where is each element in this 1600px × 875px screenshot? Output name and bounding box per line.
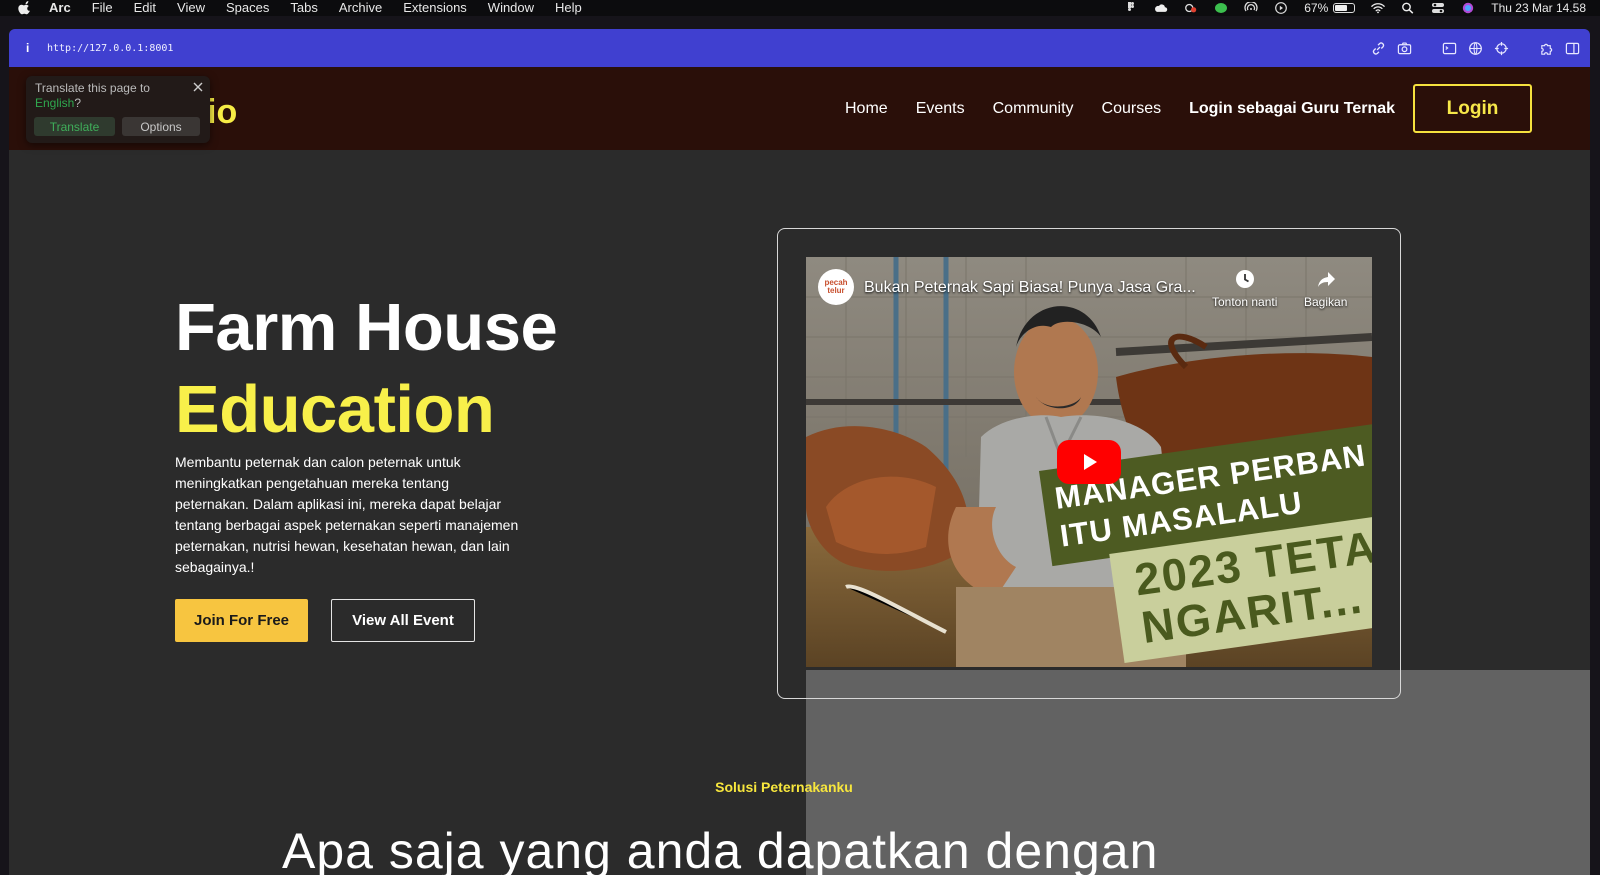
nav-community[interactable]: Community <box>993 100 1074 118</box>
hero-description: Membantu peternak dan calon peternak unt… <box>175 454 519 575</box>
menu-help[interactable]: Help <box>555 0 582 16</box>
menubar-clock[interactable]: Thu 23 Mar 14.58 <box>1491 1 1586 15</box>
hero-title: Farm House Education <box>175 287 558 451</box>
menu-view[interactable]: View <box>177 0 205 16</box>
battery-icon <box>1333 3 1356 13</box>
search-icon[interactable] <box>1401 2 1415 14</box>
watch-later-button[interactable]: Tonton nanti <box>1212 269 1277 309</box>
hero-title-line1: Farm House <box>175 290 558 365</box>
translate-prompt: Translate this page to <box>35 81 150 95</box>
target-icon[interactable] <box>1494 41 1509 56</box>
apple-icon[interactable] <box>18 1 32 15</box>
translate-popup: Translate this page to English? Translat… <box>26 76 210 143</box>
video-title[interactable]: Bukan Peternak Sapi Biasa! Punya Jasa Gr… <box>864 279 1196 297</box>
creative-cloud-icon[interactable] <box>1184 2 1198 14</box>
share-button[interactable]: Bagikan <box>1304 269 1347 309</box>
camera-icon[interactable] <box>1397 41 1412 56</box>
translate-button[interactable]: Translate <box>34 117 115 136</box>
translate-message: Translate this page to English? <box>35 81 185 111</box>
menu-extensions[interactable]: Extensions <box>403 0 467 16</box>
play-icon[interactable] <box>1274 2 1288 14</box>
link-icon[interactable] <box>1371 41 1386 56</box>
menu-archive[interactable]: Archive <box>339 0 382 16</box>
site-navbar: io Home Events Community Courses Login s… <box>9 67 1590 150</box>
menu-file[interactable]: File <box>92 0 113 16</box>
nav-home[interactable]: Home <box>845 100 888 118</box>
share-label: Bagikan <box>1304 295 1348 309</box>
share-icon <box>1317 272 1335 287</box>
join-for-free-button[interactable]: Join For Free <box>175 599 308 642</box>
hero-title-line2: Education <box>175 372 495 447</box>
nav-courses[interactable]: Courses <box>1102 100 1162 118</box>
menu-app-name[interactable]: Arc <box>49 0 71 16</box>
battery-percent: 67% <box>1304 1 1329 15</box>
play-icon <box>1084 454 1097 470</box>
nav-events[interactable]: Events <box>916 100 965 118</box>
airdrop-icon[interactable] <box>1244 2 1258 14</box>
site-info-icon[interactable]: i <box>26 41 36 55</box>
translate-options-button[interactable]: Options <box>122 117 200 136</box>
site-logo[interactable]: io <box>207 93 237 132</box>
login-button[interactable]: Login <box>1413 84 1532 133</box>
window-icon[interactable] <box>1442 41 1457 56</box>
figma-icon[interactable] <box>1124 2 1138 14</box>
youtube-embed[interactable]: pecah telur Bukan Peternak Sapi Biasa! P… <box>806 257 1372 667</box>
play-button[interactable] <box>1057 440 1121 484</box>
battery-fill <box>1335 5 1348 11</box>
menu-edit[interactable]: Edit <box>134 0 156 16</box>
menu-spaces[interactable]: Spaces <box>226 0 269 16</box>
section-eyebrow: Solusi Peternakanku <box>715 779 853 795</box>
siri-icon[interactable] <box>1461 2 1475 14</box>
nav-guru-login[interactable]: Login sebagai Guru Ternak <box>1189 100 1395 118</box>
macos-menubar: Arc File Edit View Spaces Tabs Archive E… <box>0 0 1600 16</box>
wifi-icon[interactable] <box>1371 2 1386 14</box>
translate-language[interactable]: English <box>35 96 74 110</box>
close-icon[interactable] <box>192 81 204 93</box>
extensions-icon[interactable] <box>1539 41 1554 56</box>
section-heading: Apa saja yang anda dapatkan dengan <box>282 823 1159 875</box>
watch-later-label: Tonton nanti <box>1212 295 1278 309</box>
menu-tabs[interactable]: Tabs <box>290 0 317 16</box>
line-icon[interactable] <box>1214 2 1228 14</box>
cloud-icon[interactable] <box>1154 2 1168 14</box>
sidebar-icon[interactable] <box>1565 41 1580 56</box>
channel-logo[interactable]: pecah telur <box>818 269 854 305</box>
menu-window[interactable]: Window <box>488 0 534 16</box>
url-text[interactable]: http://127.0.0.1:8001 <box>47 43 173 54</box>
control-center-icon[interactable] <box>1431 2 1445 14</box>
globe-icon[interactable] <box>1468 41 1483 56</box>
clock-icon <box>1235 270 1254 288</box>
browser-window: i http://127.0.0.1:8001 io Home Events C… <box>9 29 1590 875</box>
translate-suffix: ? <box>74 96 82 110</box>
view-all-event-button[interactable]: View All Event <box>331 599 475 642</box>
battery-status[interactable]: 67% <box>1304 1 1356 15</box>
url-bar[interactable]: i http://127.0.0.1:8001 <box>9 29 1590 67</box>
